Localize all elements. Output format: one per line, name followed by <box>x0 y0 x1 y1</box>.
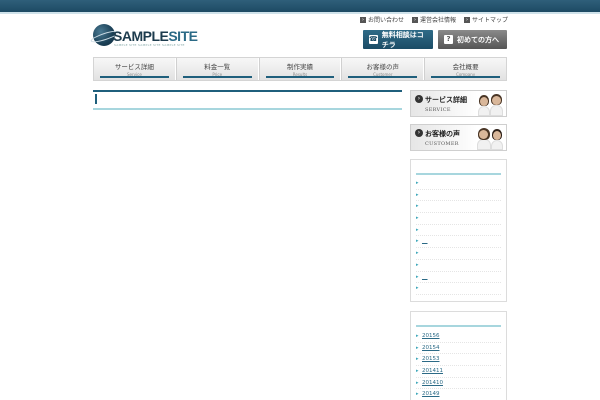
sidebar-rule <box>416 325 501 327</box>
archive-item[interactable]: 201410 <box>416 378 501 390</box>
nav-label: サービス詳細 <box>114 63 154 71</box>
list-item[interactable]: __ <box>416 236 501 249</box>
arrow-right-icon: › <box>415 95 423 103</box>
site-logo[interactable]: SAMPLESITE SAMPLE SITE SAMPLE SITE SAMPL… <box>93 24 205 48</box>
list-item[interactable] <box>416 225 501 237</box>
nav-item-service[interactable]: サービス詳細 Service <box>94 58 176 80</box>
global-nav: サービス詳細 Service 料金一覧 Price 制作実績 Results お… <box>93 57 507 81</box>
phone-icon: ☎ <box>369 35 378 44</box>
archive-list: 20156 20154 20153 201411 201410 20149 <box>416 331 501 400</box>
list-item[interactable] <box>416 213 501 225</box>
archive-item[interactable]: 20153 <box>416 354 501 367</box>
top-link-label: サイトマップ <box>471 17 508 24</box>
arrow-right-icon: › <box>415 129 423 137</box>
top-link-sitemap[interactable]: › サイトマップ <box>463 15 508 24</box>
top-link-company[interactable]: › 運営会社情報 <box>411 15 456 24</box>
banner-title: お客様の声 <box>425 130 460 138</box>
sidebar-link-list: __ __ <box>416 178 501 295</box>
banner-subtitle: SERVICE <box>425 107 451 113</box>
heading-marker <box>95 94 97 104</box>
nav-underline <box>348 76 418 78</box>
nav-label: 制作実績 <box>286 63 313 71</box>
list-item[interactable] <box>416 283 501 295</box>
nav-underline <box>100 76 169 78</box>
list-item[interactable] <box>416 178 501 190</box>
sidebar-box-pages: __ __ <box>410 159 507 302</box>
nav-underline <box>431 76 500 78</box>
list-item[interactable] <box>416 248 501 260</box>
customer-banner[interactable]: › お客様の声 CUSTOMER <box>410 124 507 151</box>
customer-photo <box>474 126 504 150</box>
nav-item-price[interactable]: 料金一覧 Price <box>175 58 259 80</box>
bullet-icon: › <box>359 16 366 23</box>
nav-label: 会社概要 <box>452 63 479 71</box>
logo-tagline: SAMPLE SITE SAMPLE SITE SAMPLE SITE <box>114 43 185 47</box>
logo-text: SAMPLESITE <box>113 28 198 44</box>
top-band <box>0 0 600 12</box>
top-link-label: お問い合わせ <box>367 17 404 24</box>
free-consultation-button[interactable]: ☎ 無料相談はコチラ <box>363 30 433 49</box>
archive-item[interactable]: 20154 <box>416 343 501 355</box>
top-link-label: 運営会社情報 <box>419 17 456 24</box>
nav-label: 料金一覧 <box>204 63 231 71</box>
nav-item-company[interactable]: 会社概要 Company <box>424 58 506 80</box>
heading-bottom-line <box>93 108 402 110</box>
archive-item[interactable]: 20156 <box>416 331 501 343</box>
nav-underline <box>182 76 252 78</box>
main-heading-bar <box>93 90 402 110</box>
staff-photo <box>474 92 504 116</box>
nav-underline <box>265 76 335 78</box>
banner-title: サービス詳細 <box>425 96 467 104</box>
sidebar-rule <box>416 173 501 175</box>
question-icon: ? <box>444 35 453 44</box>
sidebar-box-archives: 20156 20154 20153 201411 201410 20149 <box>410 311 507 400</box>
first-visitors-button[interactable]: ? 初めての方へ <box>438 30 507 49</box>
nav-item-results[interactable]: 制作実績 Results <box>258 58 342 80</box>
nav-item-customer[interactable]: お客様の声 Customer <box>341 58 425 80</box>
list-item[interactable] <box>416 190 501 202</box>
nav-label: お客様の声 <box>366 63 400 71</box>
free-consultation-label: 無料相談はコチラ <box>381 30 424 49</box>
top-band-divider <box>0 12 600 14</box>
list-item[interactable] <box>416 260 501 272</box>
bullet-icon: › <box>411 16 418 23</box>
list-item[interactable]: __ <box>416 272 501 284</box>
list-item[interactable] <box>416 201 501 214</box>
banner-subtitle: CUSTOMER <box>425 141 459 147</box>
top-link-contact[interactable]: › お問い合わせ <box>359 15 404 24</box>
first-visitors-label: 初めての方へ <box>457 35 499 44</box>
utility-links: › お問い合わせ › 運営会社情報 › サイトマップ <box>359 15 508 24</box>
bullet-icon: › <box>463 16 470 23</box>
logo-globe-icon <box>93 24 115 46</box>
archive-item[interactable]: 20149 <box>416 389 501 400</box>
service-banner[interactable]: › サービス詳細 SERVICE <box>410 90 507 117</box>
archive-item[interactable]: 201411 <box>416 366 501 378</box>
heading-top-line <box>93 90 402 92</box>
